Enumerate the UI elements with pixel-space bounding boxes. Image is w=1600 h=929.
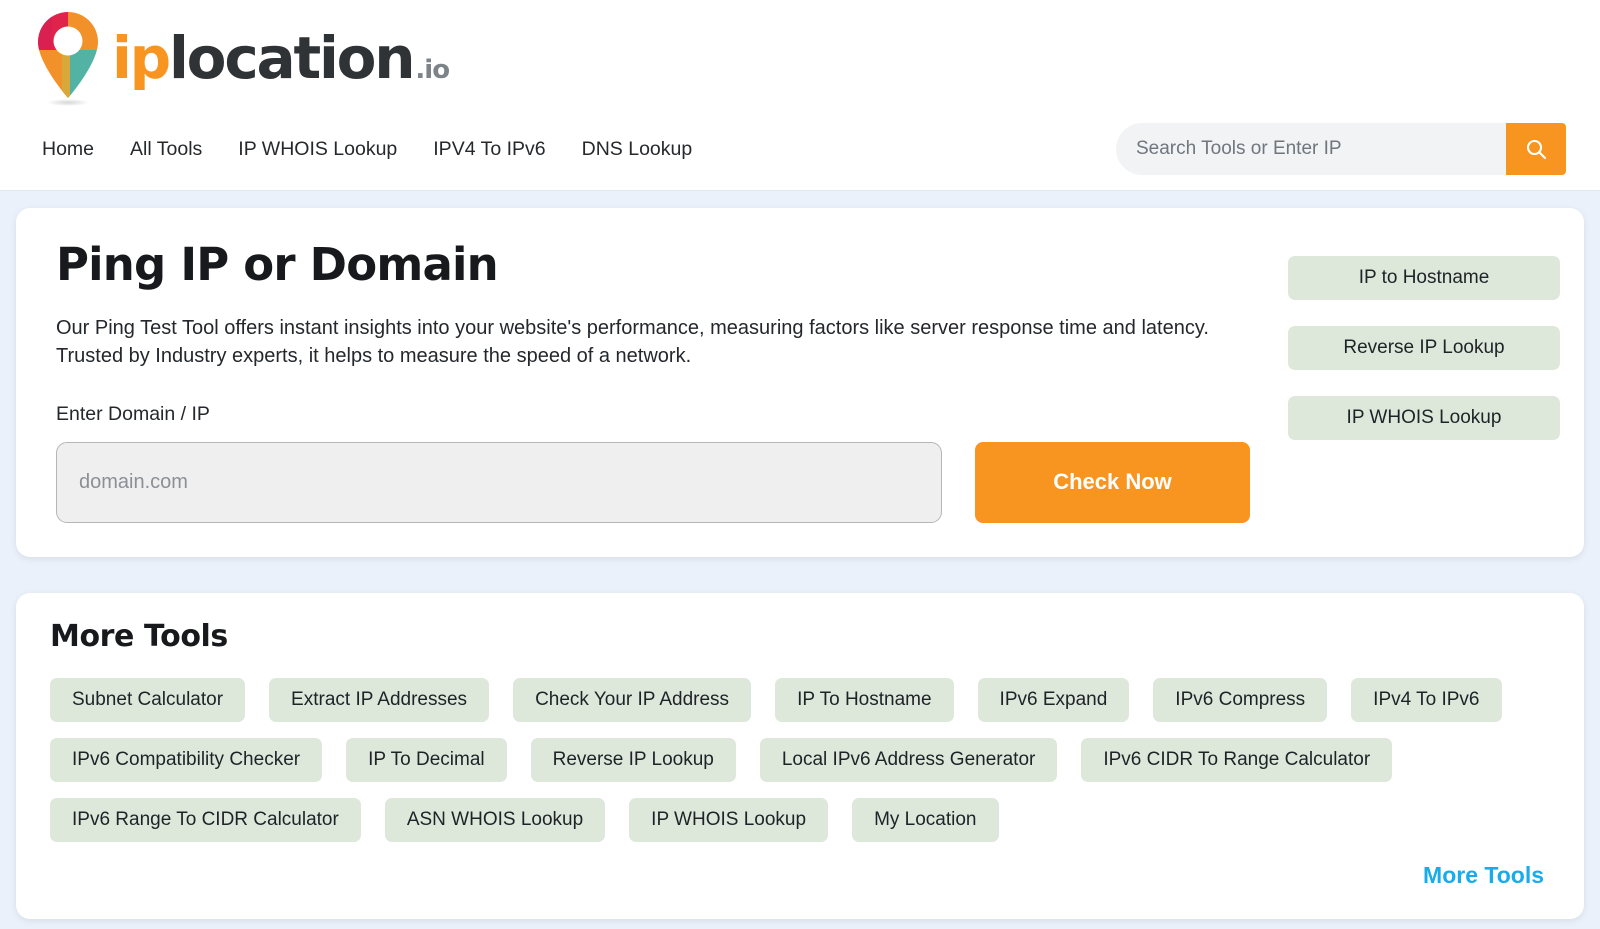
ping-form: Check Now [56,441,1268,523]
map-pin-logo-icon [34,10,102,106]
map-pin-icon [38,12,98,98]
nav-item-dns-lookup[interactable]: DNS Lookup [564,130,711,169]
more-tools-link[interactable]: More Tools [1423,862,1544,889]
tool-chip-check-your-ip-address[interactable]: Check Your IP Address [513,677,752,722]
more-tools-chip-grid: Subnet Calculator Extract IP Addresses C… [50,677,1550,842]
nav-item-ipv4-to-ipv6[interactable]: IPV4 To IPv6 [415,130,563,169]
tool-chip-ipv4-to-ipv6[interactable]: IPv4 To IPv6 [1351,677,1502,722]
nav-item-all-tools[interactable]: All Tools [112,130,220,169]
tool-chip-ipv6-cidr-to-range-calculator[interactable]: IPv6 CIDR To Range Calculator [1081,737,1393,782]
nav-link-home[interactable]: Home [24,130,112,169]
side-link-reverse-ip-lookup[interactable]: Reverse IP Lookup [1288,326,1560,370]
search-icon [1526,139,1547,160]
tool-chip-ip-to-decimal[interactable]: IP To Decimal [346,737,507,782]
search-input[interactable] [1116,123,1506,175]
side-link-ip-whois-lookup[interactable]: IP WHOIS Lookup [1288,396,1560,440]
check-now-button[interactable]: Check Now [975,441,1250,523]
tool-chip-subnet-calculator[interactable]: Subnet Calculator [50,677,246,722]
tool-chip-local-ipv6-address-generator[interactable]: Local IPv6 Address Generator [759,737,1058,782]
domain-field-label: Enter Domain / IP [56,402,210,425]
search-button[interactable] [1506,123,1566,175]
nav-item-ip-whois-lookup[interactable]: IP WHOIS Lookup [220,130,415,169]
domain-input[interactable] [56,441,942,523]
tool-chip-my-location[interactable]: My Location [852,797,999,842]
tool-chip-ip-whois-lookup[interactable]: IP WHOIS Lookup [629,797,829,842]
tool-chip-ipv6-compress[interactable]: IPv6 Compress [1153,677,1328,722]
nav-link-all-tools[interactable]: All Tools [112,130,220,169]
chip-row: Subnet Calculator Extract IP Addresses C… [50,677,1550,722]
more-tools-footer: More Tools [50,862,1550,889]
chip-row: IPv6 Range To CIDR Calculator ASN WHOIS … [50,797,1550,842]
related-tools-sidebar: IP to Hostname Reverse IP Lookup IP WHOI… [1288,238,1560,523]
nav-link-ipv4-to-ipv6[interactable]: IPV4 To IPv6 [415,130,563,169]
tool-chip-ipv6-expand[interactable]: IPv6 Expand [977,677,1130,722]
logo-wordmark: ip location .io [112,24,450,92]
site-header: ip location .io Home All Tools IP WHOIS Lo… [0,0,1600,191]
tool-chip-asn-whois-lookup[interactable]: ASN WHOIS Lookup [384,797,606,842]
logo-shadow [47,99,89,106]
nav-item-home[interactable]: Home [24,130,112,169]
nav-link-ip-whois-lookup[interactable]: IP WHOIS Lookup [220,130,415,169]
ping-tool-card: Ping IP or Domain Our Ping Test Tool off… [16,208,1584,557]
more-tools-card: More Tools Subnet Calculator Extract IP … [16,592,1584,919]
logo[interactable]: ip location .io [0,0,1600,108]
tool-chip-ipv6-range-to-cidr-calculator[interactable]: IPv6 Range To CIDR Calculator [50,797,361,842]
tool-chip-ip-to-hostname[interactable]: IP To Hostname [775,677,954,722]
tool-chip-ipv6-compatibility-checker[interactable]: IPv6 Compatibility Checker [50,737,323,782]
chip-row: IPv6 Compatibility Checker IP To Decimal… [50,737,1550,782]
page-description: Our Ping Test Tool offers instant insigh… [56,317,1209,368]
search-bar [1116,123,1566,175]
tool-chip-reverse-ip-lookup[interactable]: Reverse IP Lookup [530,737,736,782]
nav-list: Home All Tools IP WHOIS Lookup IPV4 To I… [24,130,710,169]
logo-text-tld: .io [415,55,450,85]
page-content: Ping IP or Domain Our Ping Test Tool off… [0,191,1600,919]
more-tools-title: More Tools [50,618,228,654]
logo-text-ip: ip [112,24,171,92]
logo-text-location: location [169,24,416,92]
main-navigation: Home All Tools IP WHOIS Lookup IPV4 To I… [0,108,1600,190]
side-link-ip-to-hostname[interactable]: IP to Hostname [1288,256,1560,300]
tool-chip-extract-ip-addresses[interactable]: Extract IP Addresses [269,677,490,722]
nav-link-dns-lookup[interactable]: DNS Lookup [564,130,711,169]
page-title: Ping IP or Domain [56,238,499,291]
ping-tool-main: Ping IP or Domain Our Ping Test Tool off… [56,238,1288,523]
